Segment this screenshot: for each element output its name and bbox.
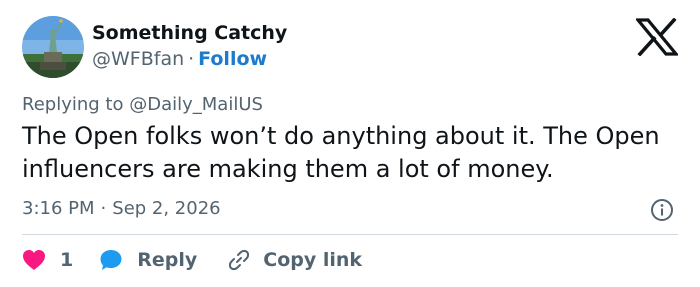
avatar[interactable] [22, 16, 84, 78]
reply-context-mention[interactable]: @Daily_MailUS [129, 94, 263, 115]
tweet-date[interactable]: Sep 2, 2026 [112, 198, 220, 219]
tweet-time[interactable]: 3:16 PM [22, 198, 95, 219]
link-icon [229, 249, 250, 271]
like-count: 1 [60, 249, 74, 271]
divider [22, 234, 678, 235]
statue-of-liberty-avatar [22, 16, 84, 78]
handle-separator: · [188, 48, 195, 70]
copy-link-button[interactable]: Copy link [227, 248, 362, 272]
action-bar: 1 Reply Copy link [22, 246, 362, 274]
follow-button[interactable]: Follow [198, 48, 267, 70]
reply-label: Reply [137, 249, 198, 271]
author-handle[interactable]: @WFBfan [92, 48, 184, 70]
reply-context: Replying to @Daily_MailUS [22, 94, 263, 115]
author-name[interactable]: Something Catchy [92, 22, 287, 44]
like-button[interactable]: 1 [22, 249, 73, 271]
copy-link-label: Copy link [263, 249, 363, 271]
reply-bubble-icon [100, 250, 122, 270]
tweet-text: The Open folks won’t do anything about i… [22, 122, 660, 183]
reply-button[interactable]: Reply [99, 248, 197, 272]
reply-context-prefix: Replying to [22, 94, 124, 115]
info-icon[interactable] [650, 198, 674, 222]
heart-icon [23, 250, 45, 270]
author-handle-row: @WFBfan · Follow [92, 48, 267, 70]
meta-separator: · [100, 198, 107, 219]
x-logo-icon[interactable] [636, 18, 678, 56]
tweet-meta: 3:16 PM · Sep 2, 2026 [22, 198, 221, 219]
